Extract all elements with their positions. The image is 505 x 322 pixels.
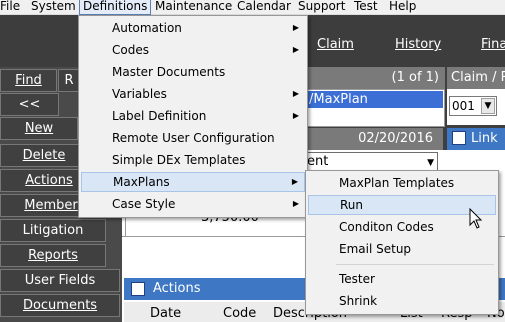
find-button[interactable]: Find bbox=[0, 69, 57, 92]
find-label: Find bbox=[15, 73, 42, 88]
menu-item-automation[interactable]: Automation ▶ bbox=[81, 18, 305, 38]
prev-button[interactable]: << bbox=[0, 93, 59, 116]
menu-item-label: Label Definition bbox=[112, 109, 207, 123]
actions-label: Actions bbox=[25, 173, 73, 188]
maxplans-submenu: MaxPlan Templates Run Conditon Codes Ema… bbox=[305, 170, 499, 315]
link-icon bbox=[452, 131, 466, 145]
menu-item-label: Automation bbox=[112, 21, 182, 35]
claim-header: Claim / R bbox=[447, 67, 505, 89]
menu-item-email-setup[interactable]: Email Setup bbox=[308, 239, 496, 259]
link-header: Link bbox=[447, 128, 505, 150]
menu-item-label: Simple DEx Templates bbox=[112, 153, 246, 167]
submenu-arrow-icon: ▶ bbox=[291, 177, 298, 186]
menu-item-case-style[interactable]: Case Style ▶ bbox=[81, 194, 305, 214]
new-button[interactable]: New bbox=[0, 117, 78, 140]
menu-test[interactable]: Test bbox=[354, 0, 378, 14]
link-label: Link bbox=[471, 131, 498, 146]
menu-item-label: Master Documents bbox=[112, 65, 226, 79]
menu-item-run[interactable]: Run bbox=[308, 195, 496, 215]
menu-item-remote-user-configuration[interactable]: Remote User Configuration bbox=[81, 128, 305, 148]
delete-label: Delete bbox=[22, 148, 66, 163]
claim-select-value: 001 bbox=[452, 99, 475, 113]
actions-icon bbox=[131, 282, 145, 296]
menu-support[interactable]: Support bbox=[298, 0, 345, 14]
menu-item-conditon-codes[interactable]: Conditon Codes bbox=[308, 217, 496, 237]
claim-header-label: Claim / R bbox=[451, 70, 505, 85]
menu-item-label: Remote User Configuration bbox=[112, 131, 275, 145]
claim-select[interactable]: 001 ▼ bbox=[449, 96, 497, 116]
mouse-cursor-icon bbox=[469, 208, 483, 229]
menu-item-label: Codes bbox=[112, 43, 149, 57]
nav-claim[interactable]: Claim bbox=[317, 37, 354, 52]
col-code[interactable]: Code bbox=[223, 306, 256, 321]
selected-record-row[interactable]: /MaxPlan bbox=[305, 91, 443, 108]
definitions-menu: Automation ▶ Codes ▶ Master Documents Vari… bbox=[78, 15, 308, 218]
new-label: New bbox=[24, 121, 54, 136]
date-value: 02/20/2016 bbox=[358, 131, 433, 146]
menu-item-label: MaxPlans bbox=[113, 175, 170, 189]
menu-item-tester[interactable]: Tester bbox=[308, 269, 496, 289]
menu-help[interactable]: Help bbox=[389, 0, 416, 14]
menu-system[interactable]: System bbox=[31, 0, 76, 14]
menu-item-maxplan-templates[interactable]: MaxPlan Templates bbox=[308, 173, 496, 193]
nav-history[interactable]: History bbox=[395, 37, 441, 52]
menu-item-label-definition[interactable]: Label Definition ▶ bbox=[81, 106, 305, 126]
nav-fina[interactable]: Fina bbox=[481, 37, 505, 52]
submenu-arrow-icon: ▶ bbox=[292, 23, 299, 32]
chevron-down-icon[interactable]: ▼ bbox=[481, 98, 495, 114]
menu-item-label: Case Style bbox=[112, 197, 176, 211]
reports-button[interactable]: Reports bbox=[0, 244, 106, 267]
delete-button[interactable]: Delete bbox=[0, 144, 88, 167]
menu-item-codes[interactable]: Codes ▶ bbox=[81, 40, 305, 60]
menu-item-shrink[interactable]: Shrink bbox=[308, 291, 496, 311]
menu-item-simple-dex-templates[interactable]: Simple DEx Templates bbox=[81, 150, 305, 170]
reports-label: Reports bbox=[28, 248, 78, 263]
documents-label: Documents bbox=[22, 298, 98, 313]
submenu-arrow-icon: ▶ bbox=[292, 111, 299, 120]
menu-file[interactable]: File bbox=[0, 0, 20, 14]
user-fields-button[interactable]: User Fields bbox=[0, 269, 120, 292]
menu-item-variables[interactable]: Variables ▶ bbox=[81, 84, 305, 104]
menu-calendar[interactable]: Calendar bbox=[237, 0, 291, 14]
submenu-arrow-icon: ▶ bbox=[292, 89, 299, 98]
r-button[interactable]: R bbox=[58, 69, 80, 92]
actions-panel-title: Actions bbox=[153, 281, 201, 296]
submenu-arrow-icon: ▶ bbox=[292, 199, 299, 208]
menu-bar: File System Definitions Maintenance Cale… bbox=[0, 0, 505, 15]
menu-separator bbox=[336, 264, 494, 265]
member-label: Member bbox=[24, 198, 78, 213]
menu-definitions[interactable]: Definitions bbox=[79, 0, 152, 15]
documents-button[interactable]: Documents bbox=[0, 294, 120, 317]
menu-item-label: Variables bbox=[112, 87, 167, 101]
detail-select[interactable]: ent ▼ bbox=[290, 152, 438, 172]
menu-item-maxplans[interactable]: MaxPlans ▶ bbox=[81, 172, 305, 192]
menu-item-master-documents[interactable]: Master Documents bbox=[81, 62, 305, 82]
submenu-arrow-icon: ▶ bbox=[292, 45, 299, 54]
record-count: (1 of 1) bbox=[391, 70, 439, 85]
col-date[interactable]: Date bbox=[150, 306, 181, 321]
menu-maintenance[interactable]: Maintenance bbox=[155, 0, 232, 14]
litigation-button[interactable]: Litigation bbox=[0, 219, 106, 242]
